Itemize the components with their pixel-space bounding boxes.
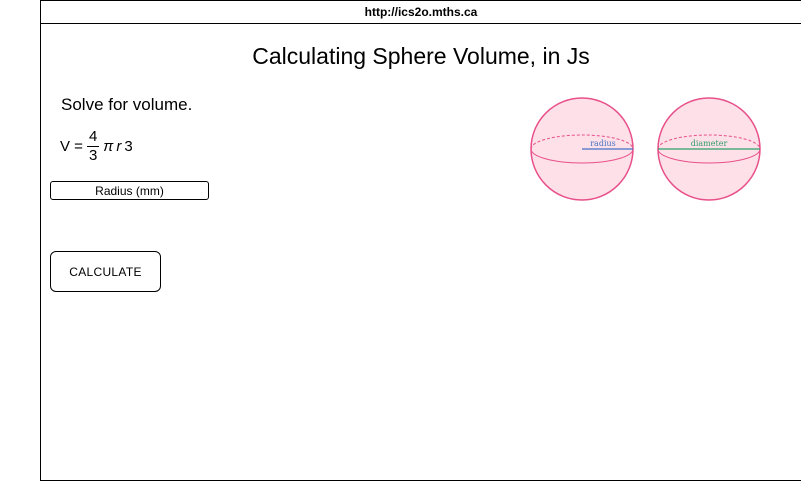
calculate-button[interactable]: CALCULATE	[50, 251, 161, 292]
formula-lhs: V =	[60, 137, 83, 155]
formula-variable: r	[116, 137, 122, 155]
formula-numerator: 4	[88, 127, 98, 145]
formula-denominator: 3	[86, 145, 100, 164]
radius-sphere: radius	[530, 97, 634, 201]
formula-exponent: 3	[124, 137, 133, 155]
volume-formula: V = 4 3 π r 3	[60, 125, 133, 167]
page-title: Calculating Sphere Volume, in Js	[252, 43, 590, 69]
formula-pi: π	[103, 137, 114, 155]
browser-window: http://ics2o.mths.ca Calculating Sphere …	[40, 0, 801, 481]
radius-input[interactable]	[50, 181, 209, 200]
radius-label: radius	[590, 139, 616, 148]
url-bar[interactable]: http://ics2o.mths.ca	[41, 1, 801, 24]
instructions-text: Solve for volume.	[61, 95, 193, 114]
diameter-label: diameter	[691, 139, 728, 148]
diameter-sphere: diameter	[657, 97, 761, 201]
sphere-diagram: radius diameter	[530, 97, 761, 201]
formula-fraction: 4 3	[86, 127, 100, 165]
